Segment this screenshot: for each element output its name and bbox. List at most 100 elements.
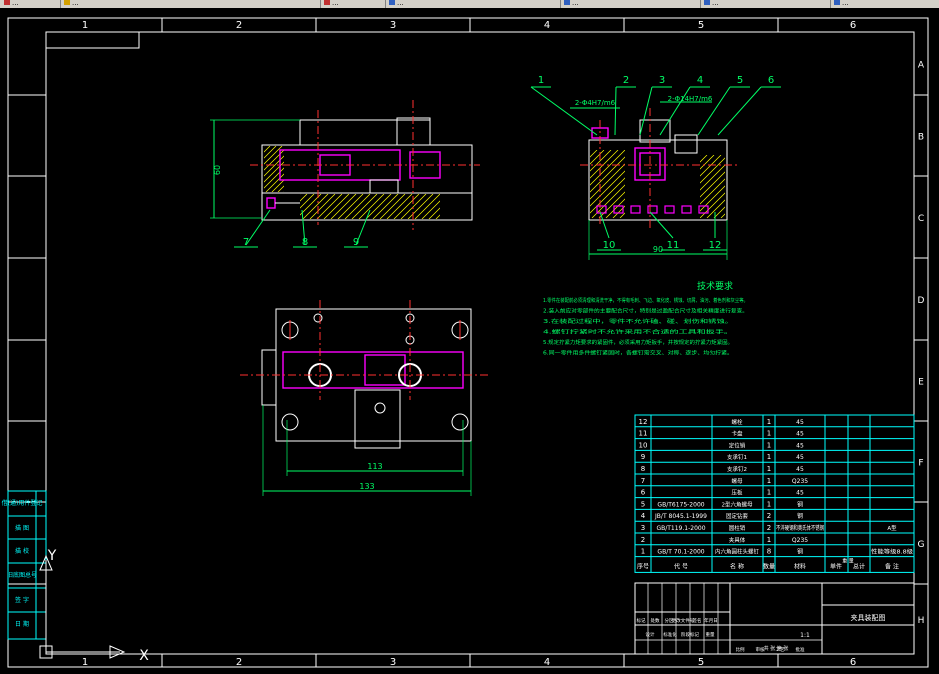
- bom-cell-code: GB/T6175-2000: [657, 501, 704, 508]
- bom-cell-code: JB/T 8045.1-1999: [654, 513, 707, 520]
- tab-label: ...: [397, 0, 404, 7]
- balloon-number: 6: [768, 75, 774, 86]
- bom-cell-name: 2型六角螺母: [722, 500, 753, 508]
- tech-title: 技术要求: [697, 280, 733, 292]
- bom-cell-no: 2: [641, 536, 645, 544]
- bom-cell-material: 钢: [797, 512, 803, 520]
- bom-cell-name: 固定钻套: [726, 512, 749, 520]
- title-label: 重量: [706, 631, 715, 638]
- cad-drawing-canvas[interactable]: 112233445566ABCDEFGH 借(通)用件登记描 图描 校旧底图总号…: [0, 8, 939, 674]
- bom-header-cell: 总计: [853, 563, 865, 571]
- balloon-number: 1: [538, 75, 544, 86]
- document-icon: [834, 0, 840, 5]
- bom-header-cell: 备 注: [885, 563, 899, 571]
- bom-cell-material: 45: [796, 419, 804, 426]
- balloon-number: 12: [709, 240, 722, 251]
- tab-label: ...: [572, 0, 579, 7]
- zone-row-label: C: [918, 214, 924, 224]
- title-label: 阶段标记: [681, 631, 699, 638]
- tab-label: ...: [72, 0, 79, 7]
- zone-column-label: 6: [850, 657, 856, 668]
- bom-header-cell: 单件: [830, 563, 842, 571]
- zone-column-label: 3: [390, 20, 396, 31]
- title-label: 更改文件号: [672, 617, 695, 624]
- bom-header-sub: 重 量: [842, 558, 854, 565]
- bom-cell-material: 钢: [797, 500, 803, 508]
- balloon-number: 11: [667, 240, 680, 251]
- bom-cell-material: 45: [796, 490, 804, 497]
- document-tab-5[interactable]: ...: [560, 0, 701, 8]
- bom-cell-qty: 2: [767, 512, 771, 520]
- bom-header-cell: 材料: [794, 563, 806, 571]
- bom-cell-no: 12: [639, 418, 648, 426]
- balloon-number: 9: [353, 237, 359, 248]
- title-label: 年月日: [704, 617, 718, 624]
- bom-cell-material: Q235: [792, 478, 808, 485]
- tab-label: ...: [332, 0, 339, 7]
- balloon-number: 2: [623, 75, 629, 86]
- document-icon: [4, 0, 10, 5]
- document-tab-7[interactable]: ...: [830, 0, 939, 8]
- side-block-label: 描 校: [15, 547, 29, 555]
- tech-line: 6.同一零件用多件螺钉紧固时，各螺钉需交叉、对称、逐步、均匀拧紧。: [543, 349, 733, 357]
- balloon-number: 8: [302, 237, 308, 248]
- dimension-text: 113: [367, 462, 382, 471]
- balloon-number: 4: [697, 75, 703, 86]
- zone-row-label: H: [918, 616, 925, 626]
- bom-header-cell: 名 称: [730, 563, 744, 571]
- bom-cell-qty: 1: [767, 465, 771, 473]
- zone-column-label: 2: [236, 657, 242, 668]
- bom-cell-qty: 1: [767, 441, 771, 449]
- bom-cell-no: 1: [641, 548, 645, 556]
- side-block-label: 签 字: [15, 596, 29, 604]
- balloon-number: 7: [243, 237, 249, 248]
- zone-row-label: E: [918, 378, 924, 388]
- zone-column-label: 1: [82, 20, 88, 31]
- title-label: 标记: [637, 617, 646, 624]
- zone-column-label: 4: [544, 20, 550, 31]
- dimension-text: 60: [213, 165, 222, 175]
- dimension-text: 133: [359, 482, 374, 491]
- bom-cell-qty: 1: [767, 536, 771, 544]
- drawing-name: 夹具装配图: [851, 613, 886, 622]
- document-tab-1[interactable]: ...: [0, 0, 61, 8]
- side-block-label: 描 图: [15, 524, 29, 532]
- bom-cell-note: 性能等级8.8级: [871, 548, 914, 556]
- zone-column-label: 3: [390, 657, 396, 668]
- bom-cell-material: 45: [796, 442, 804, 449]
- zone-row-label: G: [918, 540, 925, 550]
- ucs-y-label: Y: [47, 548, 57, 564]
- bom-cell-qty: 1: [767, 418, 771, 426]
- bom-cell-qty: 1: [767, 500, 771, 508]
- document-tab-4[interactable]: ...: [385, 0, 561, 8]
- bom-cell-name: 支承钉1: [727, 453, 747, 461]
- bom-cell-no: 7: [641, 477, 645, 485]
- bom-cell-name: 定位销: [729, 441, 746, 449]
- bom-cell-name: 压板: [731, 489, 743, 497]
- document-tab-6[interactable]: ...: [700, 0, 831, 8]
- bom-cell-material: 不淬硬钢和奥氏体不锈钢: [776, 524, 824, 532]
- canvas-background: [0, 8, 939, 674]
- bom-cell-no: 11: [639, 430, 648, 438]
- bom-cell-no: 5: [641, 500, 645, 508]
- bom-cell-material: 45: [796, 466, 804, 473]
- balloon-number: 10: [603, 240, 616, 251]
- document-icon: [389, 0, 395, 5]
- title-label: 比例: [736, 646, 745, 653]
- bom-cell-qty: 1: [767, 453, 771, 461]
- document-tab-3[interactable]: ...: [320, 0, 386, 8]
- zone-column-label: 6: [850, 20, 856, 31]
- bom-cell-no: 10: [639, 441, 648, 449]
- bom-cell-note: A型: [887, 524, 897, 532]
- zone-column-label: 5: [698, 20, 704, 31]
- bom-cell-name: 螺栓: [731, 418, 743, 426]
- bom-header-cell: 数量: [763, 563, 775, 571]
- bom-cell-material: 45: [796, 431, 804, 438]
- bom-cell-name: 支承钉2: [727, 465, 747, 473]
- zone-row-label: A: [918, 61, 925, 71]
- document-icon: [324, 0, 330, 5]
- document-tab-2[interactable]: ...: [60, 0, 321, 8]
- title-label: 处数: [651, 617, 660, 624]
- bom-cell-qty: 2: [767, 524, 771, 532]
- bom-cell-material: 45: [796, 454, 804, 461]
